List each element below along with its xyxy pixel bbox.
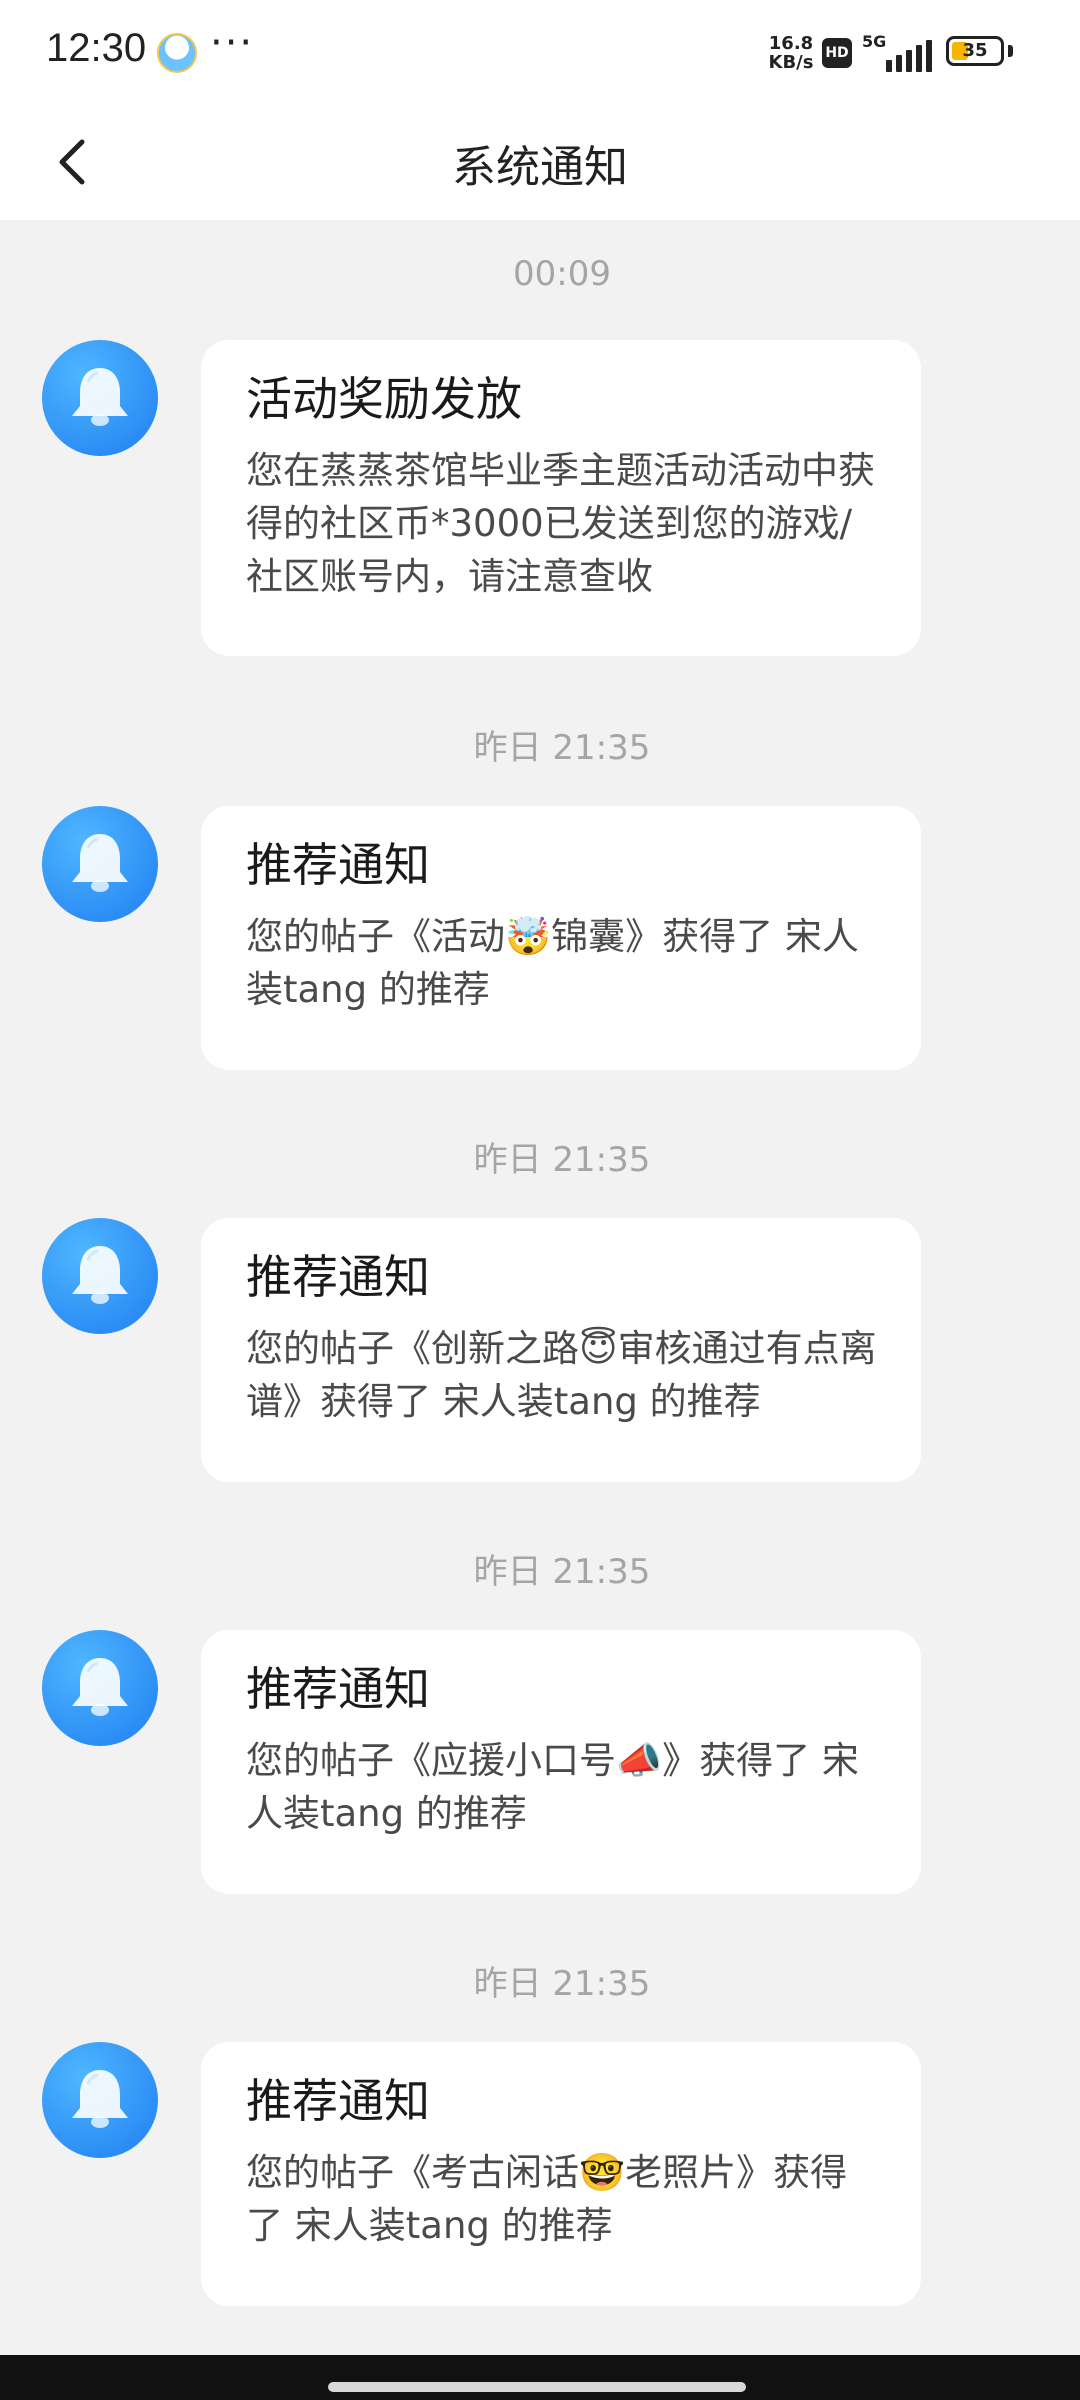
bell-icon xyxy=(72,1246,128,1304)
network-type: 5G xyxy=(862,32,887,51)
battery-cap xyxy=(1008,45,1013,57)
system-navigation-area xyxy=(0,2355,1080,2400)
more-notifications-icon: ··· xyxy=(210,20,255,66)
bell-icon xyxy=(72,1658,128,1716)
message-card[interactable]: 推荐通知 您的帖子《创新之路😇审核通过有点离谱》获得了 宋人装tang 的推荐 xyxy=(201,1218,921,1482)
notification-avatar[interactable] xyxy=(42,340,158,456)
message-title: 推荐通知 xyxy=(246,2074,430,2128)
bell-icon xyxy=(72,2070,128,2128)
home-indicator[interactable] xyxy=(328,2382,746,2392)
message-timestamp: 昨日 21:35 xyxy=(473,728,651,768)
page-title: 系统通知 xyxy=(452,142,628,193)
battery-icon: 35 xyxy=(946,36,1004,66)
message-timestamp: 昨日 21:35 xyxy=(473,1964,651,2004)
message-timestamp: 昨日 21:35 xyxy=(473,1140,651,1180)
message-card[interactable]: 推荐通知 您的帖子《应援小口号📣》获得了 宋人装tang 的推荐 xyxy=(201,1630,921,1894)
navigation-bar: 系统通知 xyxy=(0,105,1080,220)
network-speed-unit: KB/s xyxy=(768,52,814,73)
notification-app-icon xyxy=(157,33,197,73)
notification-avatar[interactable] xyxy=(42,806,158,922)
message-title: 活动奖励发放 xyxy=(246,372,522,426)
cellular-signal-icon: 5G xyxy=(862,30,934,72)
message-body: 您在蒸蒸茶馆毕业季主题活动活动中获得的社区币*3000已发送到您的游戏/社区账号… xyxy=(246,449,875,598)
message-title: 推荐通知 xyxy=(246,838,430,892)
notification-list[interactable]: 00:09 活动奖励发放 您在蒸蒸茶馆毕业季主题活动活动中获得的社区币*3000… xyxy=(0,220,1080,2355)
hd-icon: HD xyxy=(822,38,852,68)
network-speed-value: 16.8 xyxy=(768,33,814,54)
status-time: 12:30 xyxy=(46,26,147,70)
message-body: 您的帖子《考古闲话🤓老照片》获得了 宋人装tang 的推荐 xyxy=(246,2151,848,2247)
message-title: 推荐通知 xyxy=(246,1662,430,1716)
signal-bars-icon xyxy=(886,40,932,72)
message-title: 推荐通知 xyxy=(246,1250,430,1304)
notification-avatar[interactable] xyxy=(42,1218,158,1334)
message-body: 您的帖子《创新之路😇审核通过有点离谱》获得了 宋人装tang 的推荐 xyxy=(246,1327,877,1423)
network-speed: 16.8 KB/s xyxy=(765,34,817,72)
battery-percentage: 35 xyxy=(962,40,988,61)
message-timestamp: 昨日 21:35 xyxy=(473,1552,651,1592)
message-card[interactable]: 推荐通知 您的帖子《考古闲话🤓老照片》获得了 宋人装tang 的推荐 xyxy=(201,2042,921,2306)
notification-avatar[interactable] xyxy=(42,2042,158,2158)
message-card[interactable]: 推荐通知 您的帖子《活动🤯锦囊》获得了 宋人装tang 的推荐 xyxy=(201,806,921,1070)
bell-icon xyxy=(72,368,128,426)
message-card[interactable]: 活动奖励发放 您在蒸蒸茶馆毕业季主题活动活动中获得的社区币*3000已发送到您的… xyxy=(201,340,921,656)
message-timestamp: 00:09 xyxy=(513,254,611,294)
bell-icon xyxy=(72,834,128,892)
message-body: 您的帖子《应援小口号📣》获得了 宋人装tang 的推荐 xyxy=(246,1739,859,1835)
message-body: 您的帖子《活动🤯锦囊》获得了 宋人装tang 的推荐 xyxy=(246,915,859,1011)
status-bar: 12:30 ··· 16.8 KB/s HD 5G 35 xyxy=(0,0,1080,105)
notification-avatar[interactable] xyxy=(42,1630,158,1746)
